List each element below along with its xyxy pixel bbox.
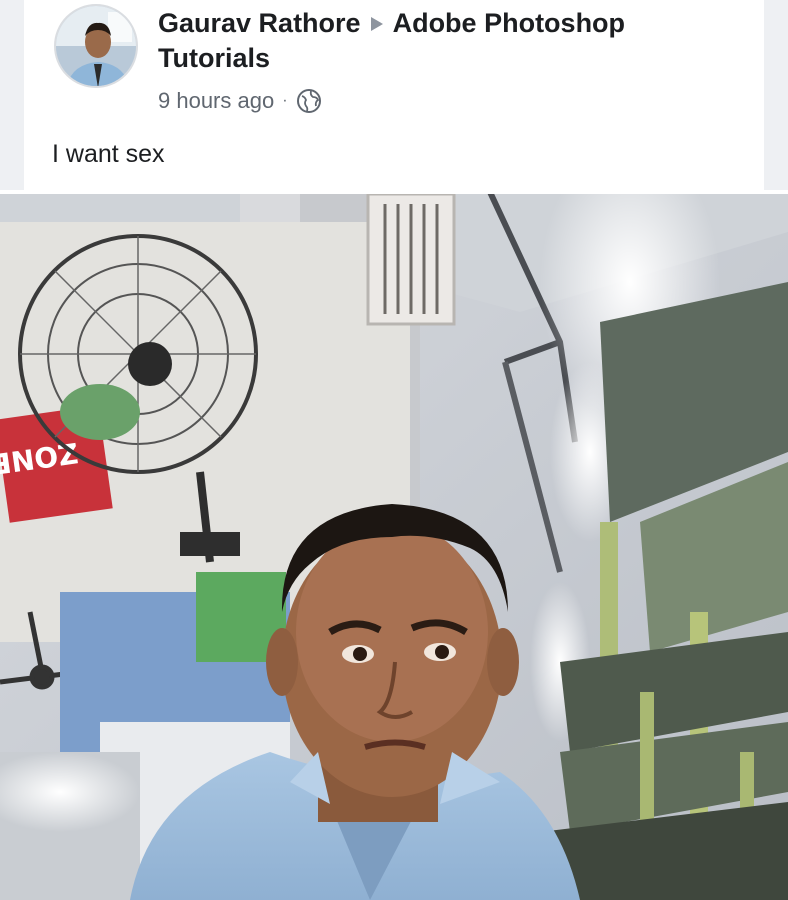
avatar[interactable] [54, 4, 138, 88]
header-text: Gaurav Rathore Adobe Photoshop Tutorials … [158, 6, 718, 114]
post-card: Gaurav Rathore Adobe Photoshop Tutorials … [0, 0, 788, 900]
post-header: Gaurav Rathore Adobe Photoshop Tutorials … [0, 0, 788, 190]
globe-icon [296, 89, 321, 113]
selfie-photo: ZONE 4 [0, 192, 788, 900]
author-name[interactable]: Gaurav Rathore [158, 8, 361, 38]
triangle-right-icon [370, 16, 383, 31]
avatar-image [56, 6, 136, 86]
meta-separator: · [282, 92, 288, 109]
post-title-line: Gaurav Rathore Adobe Photoshop Tutorials [158, 6, 718, 76]
post-photo[interactable]: ZONE 4 [0, 192, 788, 900]
post-body-text: I want sex [52, 140, 165, 168]
post-timestamp[interactable]: 9 hours ago [158, 88, 274, 114]
post-meta: 9 hours ago · [158, 88, 718, 114]
